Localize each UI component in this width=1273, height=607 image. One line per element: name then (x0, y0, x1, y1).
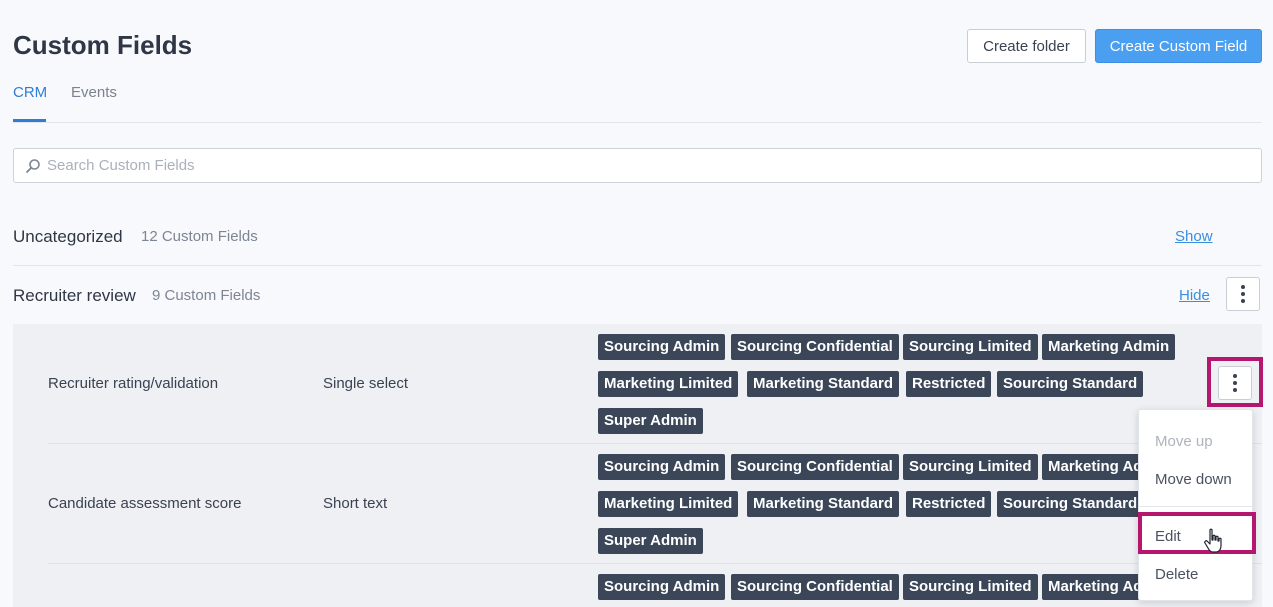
permission-tag: Sourcing Confidential (731, 454, 899, 480)
field-type: Single select (323, 375, 409, 392)
permission-tag: Restricted (906, 371, 992, 397)
permission-tag: Sourcing Standard (997, 371, 1144, 397)
permission-tag: Sourcing Admin (598, 334, 726, 360)
category-count-recruiter-review: 9 Custom Fields (152, 287, 261, 304)
permission-tag: Marketing Limited (598, 371, 739, 397)
permission-tag: Marketing Ad (1042, 454, 1149, 480)
row-actions-menu: Move up Move down Edit Delete (1138, 409, 1253, 601)
permission-tag: Sourcing Admin (598, 454, 726, 480)
tab-events[interactable]: Events (71, 84, 117, 101)
permission-tag: Marketing Standard (747, 371, 900, 397)
permission-tag: Sourcing Limited (903, 334, 1038, 360)
permission-tag: Super Admin (598, 528, 703, 554)
field-name: Recruiter rating/validation (48, 375, 219, 392)
menu-item-delete[interactable]: Delete (1155, 566, 1198, 583)
hand-cursor-icon (1204, 528, 1222, 553)
permission-tag: Marketing Limited (598, 491, 739, 517)
permission-tag: Sourcing Confidential (731, 334, 899, 360)
tabs-divider (13, 122, 1262, 123)
category-menu-button[interactable] (1226, 277, 1260, 311)
menu-item-move-up: Move up (1155, 433, 1213, 450)
permission-tag: Marketing Admin (1042, 334, 1176, 360)
category-name-recruiter-review: Recruiter review (13, 286, 136, 305)
permission-tag: Sourcing Standard (997, 491, 1144, 517)
permission-tag: Sourcing Limited (903, 454, 1038, 480)
search-icon (26, 159, 40, 173)
permission-tag: Marketing Standard (747, 491, 900, 517)
row-divider (48, 563, 1262, 564)
menu-divider (1139, 506, 1252, 507)
create-custom-field-button[interactable]: Create Custom Field (1095, 29, 1262, 63)
search-input[interactable]: Search Custom Fields (13, 148, 1262, 183)
category-name-uncategorized: Uncategorized (13, 227, 123, 246)
row-divider (48, 443, 1262, 444)
field-type: Short text (323, 495, 388, 512)
page-title: Custom Fields (13, 30, 193, 60)
menu-item-move-down[interactable]: Move down (1155, 471, 1232, 488)
search-placeholder: Search Custom Fields (47, 157, 195, 174)
hide-category-link[interactable]: Hide (1179, 287, 1210, 304)
tab-crm[interactable]: CRM (13, 84, 47, 101)
permission-tag: Marketing Ad (1042, 574, 1149, 600)
permission-tag: Sourcing Confidential (731, 574, 899, 600)
show-category-link[interactable]: Show (1175, 228, 1213, 245)
category-count-uncategorized: 12 Custom Fields (141, 228, 258, 245)
field-name: Candidate assessment score (48, 495, 242, 512)
permission-tag: Super Admin (598, 408, 703, 434)
more-vertical-icon (1241, 285, 1245, 303)
edit-item-highlight (1138, 512, 1256, 554)
permission-tag: Sourcing Limited (903, 574, 1038, 600)
create-folder-button[interactable]: Create folder (967, 29, 1086, 63)
permission-tag: Sourcing Admin (598, 574, 726, 600)
permission-tag: Restricted (906, 491, 992, 517)
menu-button-highlight (1207, 357, 1263, 407)
category-divider (13, 265, 1262, 266)
